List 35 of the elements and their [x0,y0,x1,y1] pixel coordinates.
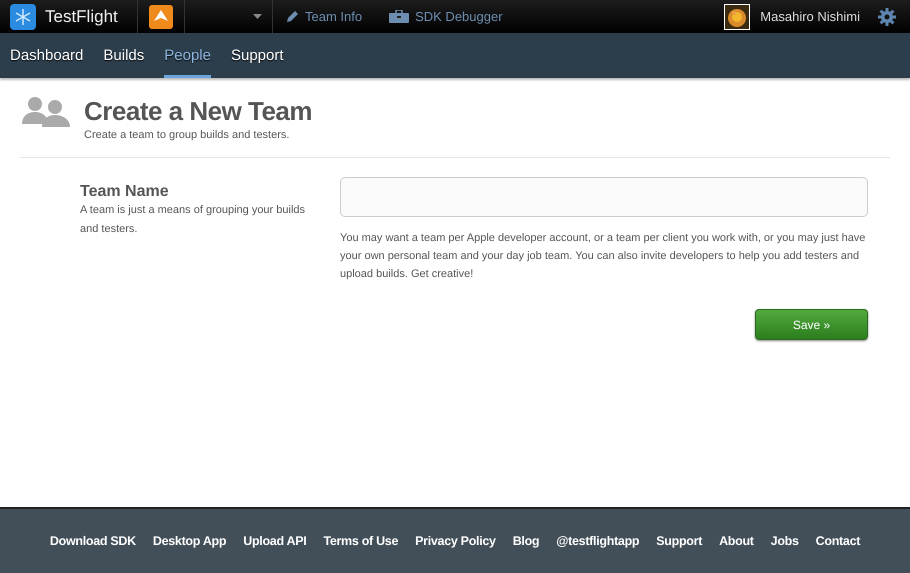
logo-icon [10,4,36,30]
footer-link[interactable]: Terms of Use [323,534,398,548]
help-text: You may want a team per Apple developer account, or a team per client you work with, or you may just have your own personal team and your day job team. You can also invite developers to help you add testers and upload builds. Get creative! [340,231,866,282]
people-icon [22,96,70,127]
nav-tab[interactable]: Builds [103,33,144,78]
top-link-label: Team Info [305,9,362,24]
footer-link[interactable]: Desktop App [152,534,226,548]
footer-link[interactable]: @testflightapp [556,534,640,548]
nav-tab[interactable]: People [164,33,211,78]
footer-link[interactable]: Privacy Policy [415,534,496,548]
briefcase-icon [389,10,410,23]
settings-icon[interactable] [878,8,896,26]
team-name-field[interactable] [340,177,868,217]
footer-link[interactable]: Blog [512,534,540,548]
field-description: A team is just a means of grouping your builds and testers. [80,203,306,237]
top-link-label: SDK Debugger [415,9,503,24]
footer-link[interactable]: Upload API [243,534,306,548]
user-name[interactable]: Masahiro Nishimi [760,9,860,24]
nav-tab[interactable]: Dashboard [10,33,84,78]
app-icon[interactable] [149,4,173,28]
brand-name[interactable]: TestFlight [45,6,118,26]
footer-link[interactable]: Download SDK [50,534,136,548]
footer-link[interactable]: Support [656,534,702,548]
save-button[interactable]: Save » [755,309,868,340]
field-label: Team Name [80,183,170,201]
page-subtitle: Create a team to group builds and testers. [84,129,290,141]
footer-link[interactable]: Jobs [770,534,799,548]
top-link[interactable]: Team Info [286,9,362,24]
caret-icon[interactable] [253,14,262,19]
nav-tab[interactable]: Support [230,33,284,78]
page-title: Create a New Team [84,96,312,127]
top-link[interactable]: SDK Debugger [389,9,503,24]
pencil-icon [286,10,299,23]
footer-link[interactable]: About [719,534,754,548]
footer-link[interactable]: Contact [816,534,860,548]
